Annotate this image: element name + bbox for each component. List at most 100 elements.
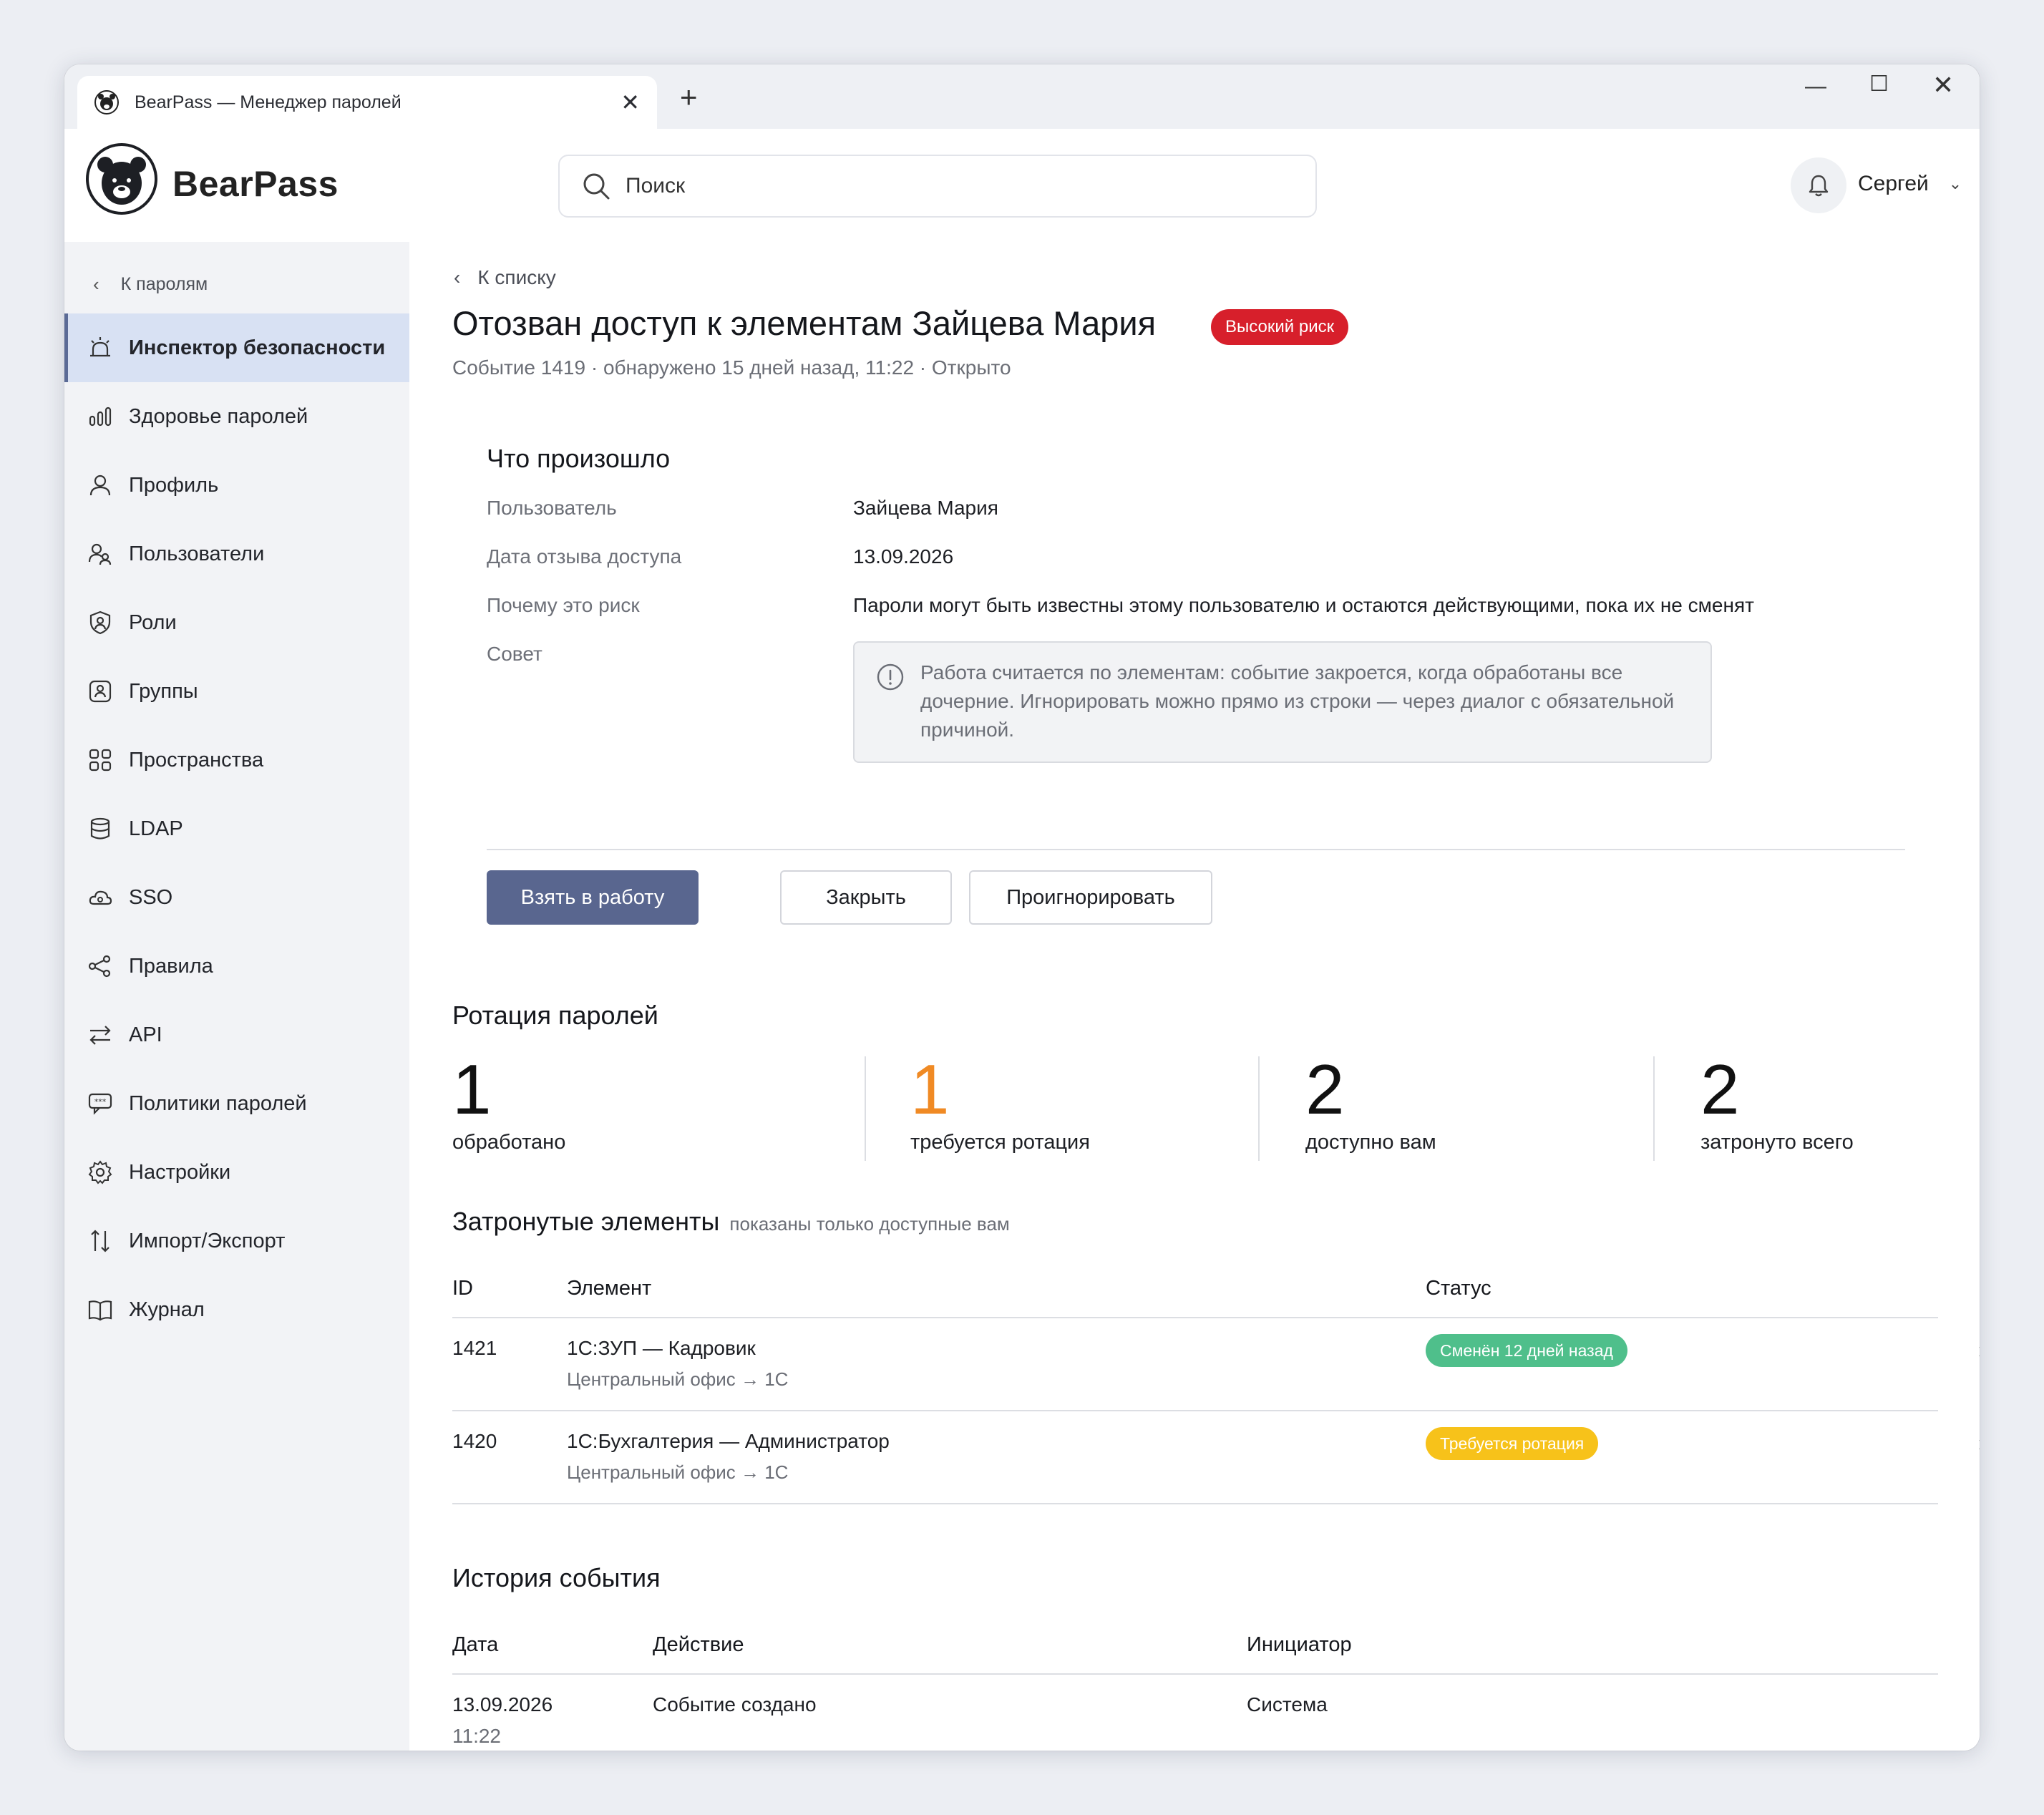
- stat-available: 2 доступно вам: [1305, 1054, 1436, 1154]
- chevron-right-icon[interactable]: ›: [1978, 1430, 1980, 1456]
- sidebar-item-label: Группы: [129, 679, 198, 703]
- close-button[interactable]: Закрыть: [780, 870, 952, 925]
- chevron-down-icon: ⌄: [1948, 175, 1962, 193]
- sidebar-item-rules[interactable]: Правила: [64, 932, 409, 1001]
- row-element-name: 1С:Бухгалтерия — Администратор: [567, 1430, 890, 1452]
- maximize-button[interactable]: ☐: [1869, 72, 1889, 97]
- share-icon: [86, 952, 115, 981]
- tab-close-icon[interactable]: ✕: [620, 91, 640, 114]
- history-date: 13.09.2026: [452, 1693, 553, 1716]
- status-badge: Требуется ротация: [1426, 1427, 1599, 1460]
- sidebar-item-ldap[interactable]: LDAP: [64, 794, 409, 863]
- alarm-icon: [86, 334, 115, 362]
- stat-processed: 1 обработано: [452, 1054, 565, 1154]
- sidebar-item-label: Пользователи: [129, 542, 265, 565]
- grid-icon: [86, 746, 115, 774]
- swap-icon: [86, 1021, 115, 1049]
- stat-value: 2: [1700, 1050, 1740, 1129]
- gear-icon: [86, 1158, 115, 1187]
- minimize-button[interactable]: —: [1805, 74, 1826, 99]
- sidebar-item-label: SSO: [129, 885, 173, 909]
- back-to-passwords-label: К паролям: [120, 274, 208, 294]
- sidebar-item-roles[interactable]: Роли: [64, 588, 409, 657]
- advice-box: Работа считается по элементам: событие з…: [853, 641, 1712, 763]
- database-icon: [86, 814, 115, 843]
- column-header-element: Элемент: [567, 1277, 652, 1300]
- search-input[interactable]: [626, 174, 1270, 198]
- stat-label: затронуто всего: [1700, 1131, 1854, 1154]
- chevron-left-icon: ‹: [93, 273, 99, 295]
- sidebar-item-groups[interactable]: Группы: [64, 657, 409, 726]
- chat-password-icon: ***: [86, 1089, 115, 1118]
- shield-user-icon: [86, 608, 115, 637]
- user-menu[interactable]: Сергей ⌄: [1858, 172, 1962, 196]
- bearpass-logo-icon: [86, 143, 157, 215]
- why-risk-value: Пароли могут быть известны этому пользов…: [853, 594, 1754, 616]
- main-content: ‹ К списку Отозван доступ к элементам За…: [409, 242, 1980, 1751]
- row-element-path: Центральный офис → 1С: [567, 1368, 789, 1390]
- sidebar-item-journal[interactable]: Журнал: [64, 1275, 409, 1344]
- user-icon: [86, 471, 115, 500]
- sidebar-item-label: Импорт/Экспорт: [129, 1229, 286, 1252]
- sidebar-item-import-export[interactable]: Импорт/Экспорт: [64, 1207, 409, 1275]
- status-badge: Сменён 12 дней назад: [1426, 1334, 1627, 1367]
- ignore-button[interactable]: Проигнорировать: [969, 870, 1212, 925]
- history-action: Событие создано: [653, 1693, 817, 1716]
- sidebar-item-label: Инспектор безопасности: [129, 336, 386, 359]
- sidebar-item-label: Здоровье паролей: [129, 404, 308, 428]
- take-in-work-button[interactable]: Взять в работу: [487, 870, 699, 925]
- notifications-button[interactable]: [1791, 157, 1846, 213]
- brand-name: BearPass: [172, 164, 339, 204]
- history-heading: История события: [452, 1563, 661, 1592]
- sidebar-item-label: Политики паролей: [129, 1091, 307, 1115]
- sidebar-item-settings[interactable]: Настройки: [64, 1138, 409, 1207]
- chevron-left-icon: ‹: [454, 266, 461, 288]
- back-to-passwords-link[interactable]: ‹ К паролям: [93, 273, 208, 296]
- title-bar: BearPass — Менеджер паролей ✕ + — ☐ ✕: [64, 64, 1980, 129]
- tab-title: BearPass — Менеджер паролей: [135, 92, 402, 112]
- column-header-id: ID: [452, 1277, 473, 1300]
- sidebar-item-password-policies[interactable]: *** Политики паролей: [64, 1069, 409, 1138]
- sidebar-item-label: API: [129, 1023, 162, 1046]
- browser-tab[interactable]: BearPass — Менеджер паролей ✕: [77, 76, 657, 129]
- row-element-name: 1С:ЗУП — Кадровик: [567, 1337, 756, 1359]
- sidebar-item-password-health[interactable]: Здоровье паролей: [64, 382, 409, 451]
- close-window-button[interactable]: ✕: [1932, 70, 1954, 100]
- sidebar-item-security-inspector[interactable]: Инспектор безопасности: [64, 313, 409, 382]
- search-icon: [583, 173, 610, 200]
- table-divider: [452, 1673, 1938, 1675]
- user-value: Зайцева Мария: [853, 497, 998, 519]
- history-initiator: Система: [1247, 1693, 1328, 1716]
- advice-text: Работа считается по элементам: событие з…: [920, 661, 1675, 741]
- sidebar-item-label: Профиль: [129, 473, 219, 497]
- advice-label: Совет: [487, 643, 542, 665]
- revoke-date-value: 13.09.2026: [853, 545, 954, 568]
- back-to-list-link[interactable]: ‹ К списку: [454, 266, 556, 289]
- what-happened-heading: Что произошло: [487, 444, 671, 473]
- bar-chart-icon: [86, 402, 115, 431]
- bear-logo-icon: [94, 90, 119, 115]
- row-element-path: Центральный офис → 1С: [567, 1461, 789, 1483]
- new-tab-button[interactable]: +: [680, 80, 698, 115]
- chevron-right-icon[interactable]: ›: [1978, 1337, 1980, 1363]
- affected-title: Затронутые элементы: [452, 1207, 720, 1236]
- search-box[interactable]: [558, 155, 1317, 218]
- row-id: 1421: [452, 1337, 497, 1359]
- history-time: 11:22: [452, 1725, 501, 1747]
- user-label: Пользователь: [487, 497, 617, 519]
- sidebar-item-spaces[interactable]: Пространства: [64, 726, 409, 794]
- sidebar-item-label: LDAP: [129, 817, 183, 840]
- cloud-icon: [86, 883, 115, 912]
- sidebar-item-users[interactable]: Пользователи: [64, 520, 409, 588]
- import-export-icon: [86, 1227, 115, 1255]
- stat-value: 2: [1305, 1050, 1345, 1129]
- stat-value: 1: [452, 1050, 492, 1129]
- sidebar-item-profile[interactable]: Профиль: [64, 451, 409, 520]
- sidebar-nav: Инспектор безопасности Здоровье паролей …: [64, 313, 409, 1344]
- stat-separator: [1258, 1056, 1260, 1161]
- book-icon: [86, 1295, 115, 1324]
- sidebar-item-api[interactable]: API: [64, 1001, 409, 1069]
- sidebar-item-sso[interactable]: SSO: [64, 863, 409, 932]
- table-divider: [452, 1410, 1938, 1411]
- table-divider: [452, 1317, 1938, 1318]
